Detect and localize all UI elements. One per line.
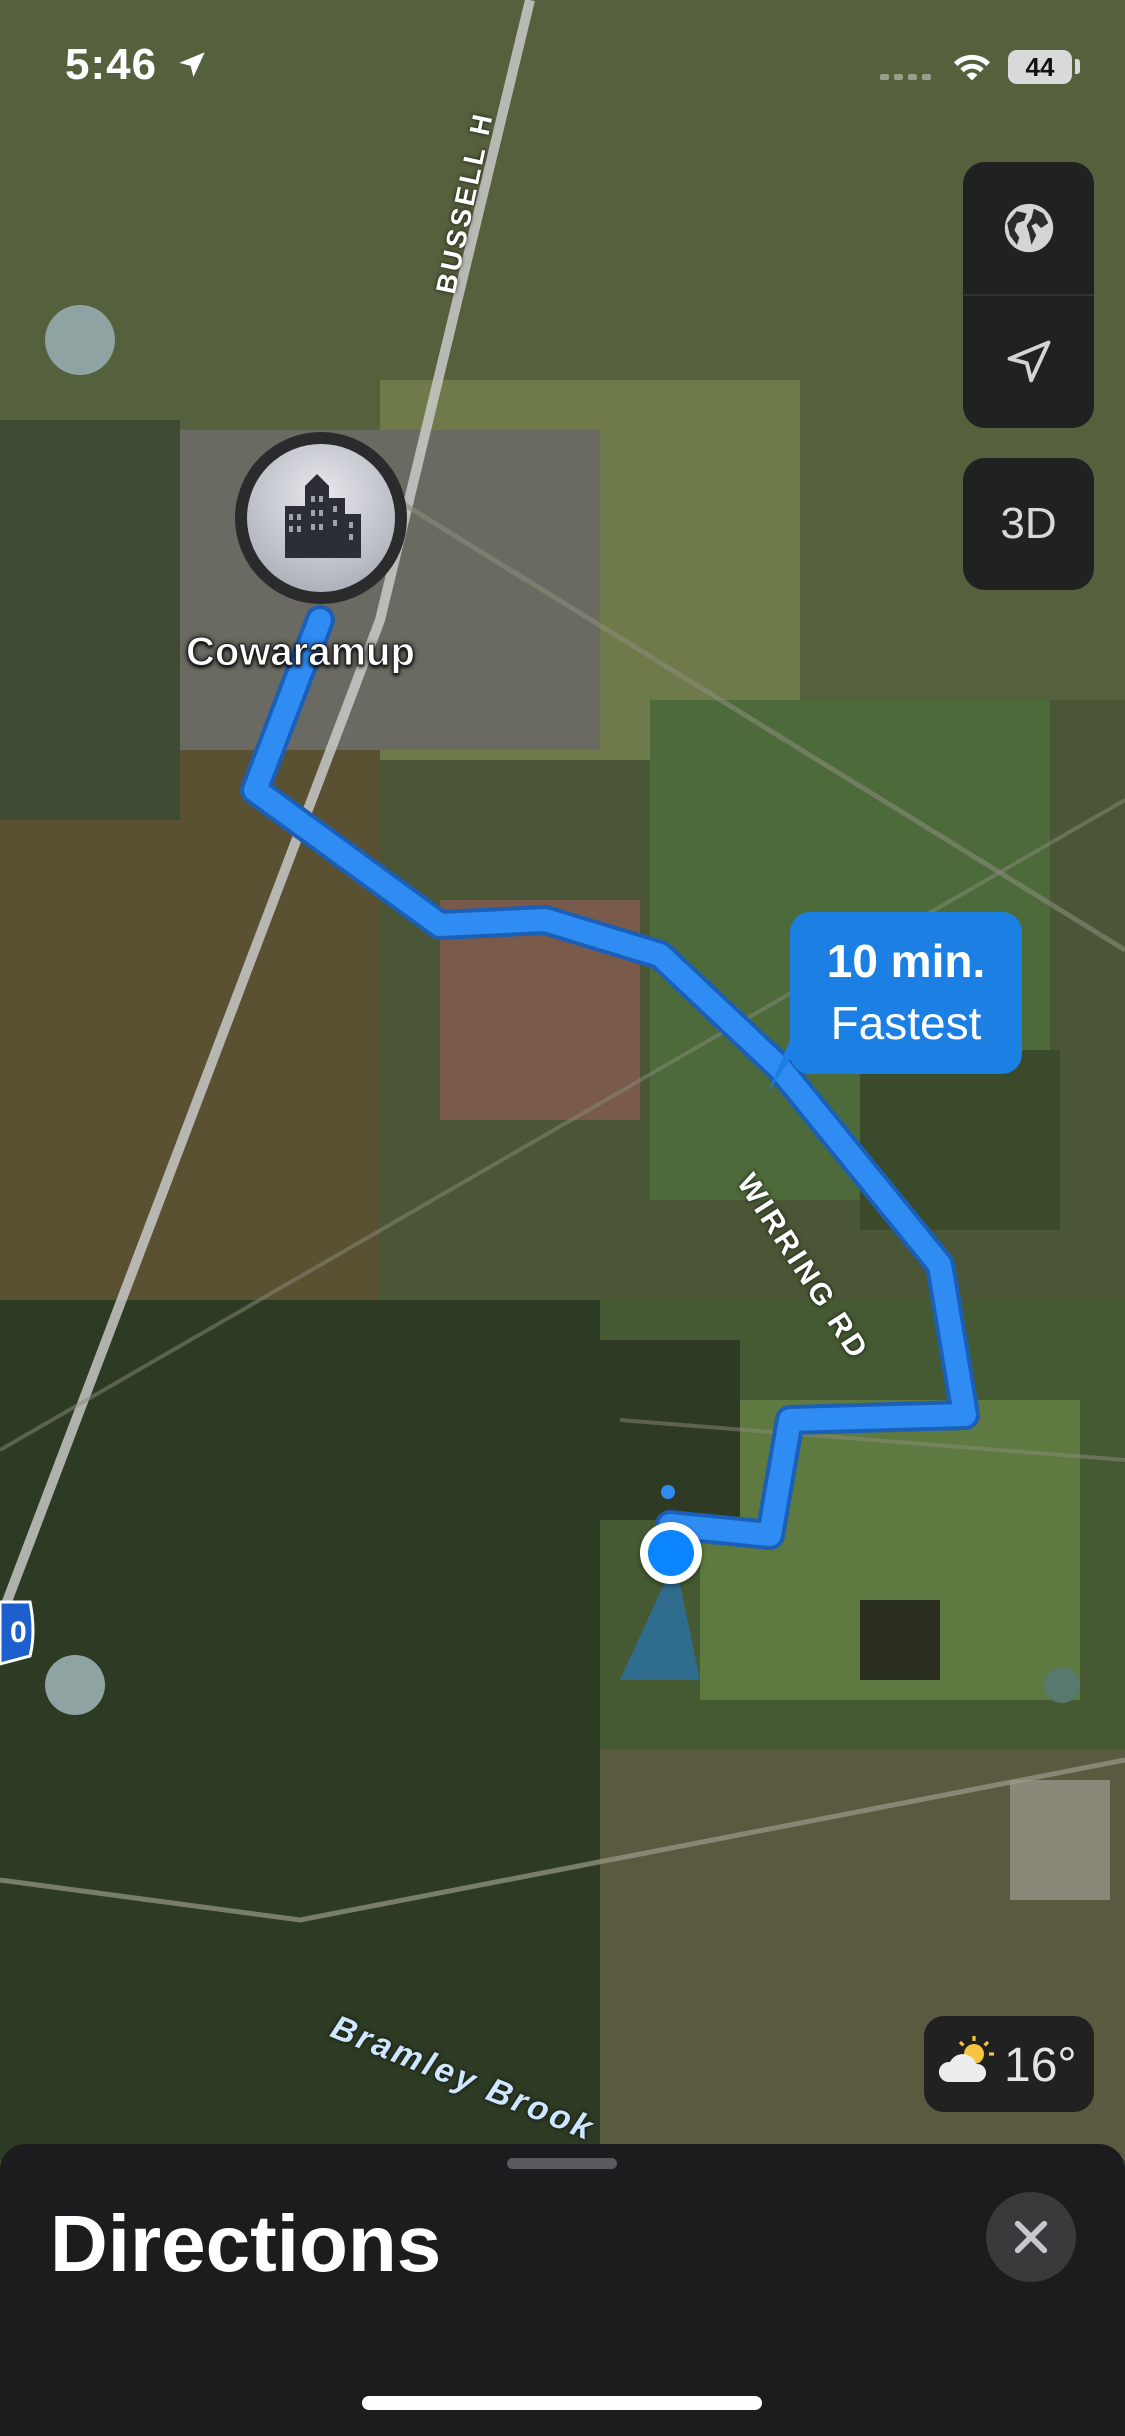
map-controls <box>963 162 1094 428</box>
route-duration: 10 min. <box>826 935 986 987</box>
location-services-icon <box>179 52 205 78</box>
wifi-icon <box>954 54 990 81</box>
user-location-dot[interactable] <box>640 1522 702 1584</box>
globe-icon <box>1004 203 1053 253</box>
directions-sheet[interactable]: Directions <box>0 2144 1125 2436</box>
close-button[interactable] <box>986 2192 1076 2282</box>
close-icon <box>1014 2220 1048 2254</box>
highway-shield-number: 0 <box>10 1616 27 1649</box>
weather-widget[interactable]: 16° <box>924 2016 1094 2112</box>
map-style-button[interactable] <box>963 162 1094 294</box>
view-3d-button[interactable]: 3D <box>963 458 1094 590</box>
sheet-grabber[interactable] <box>507 2158 617 2169</box>
track-location-button[interactable] <box>963 296 1094 428</box>
highway-shield-icon: 0 <box>0 1600 35 1666</box>
place-pin-face <box>247 444 395 592</box>
sheet-title: Directions <box>50 2199 442 2288</box>
user-location-core <box>648 1530 694 1576</box>
cellular-signal-icon <box>880 74 931 80</box>
place-pin-cowaramup[interactable] <box>235 432 407 604</box>
status-time: 5:46 <box>65 40 158 89</box>
city-buildings-icon <box>285 474 361 558</box>
partly-sunny-icon <box>938 2036 994 2082</box>
home-indicator[interactable] <box>362 2396 762 2410</box>
route-label: Fastest <box>830 997 982 1049</box>
location-arrow-icon <box>1007 340 1050 383</box>
battery-nub <box>1075 59 1080 74</box>
place-label: Cowaramup <box>186 630 416 675</box>
battery-indicator: 44 <box>1008 50 1072 84</box>
status-bar: 5:46 44 <box>0 0 1125 140</box>
temperature: 16° <box>1004 2039 1077 2092</box>
satellite-map[interactable] <box>0 0 1125 2160</box>
route-callout[interactable]: 10 min. Fastest <box>790 912 1022 1074</box>
